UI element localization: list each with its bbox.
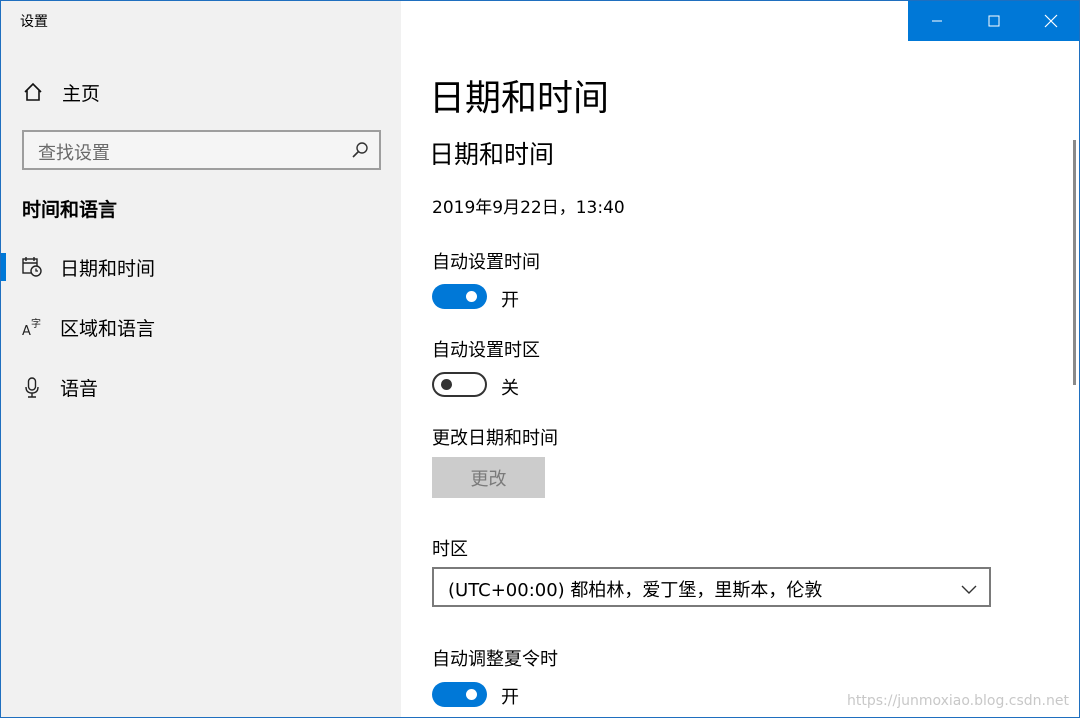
settings-window: 设置 主页 查找设置 时间和语言 日期和时间 A字 区域和语言 语音 日期和时间…: [0, 0, 1080, 718]
auto-timezone-label: 自动设置时区: [432, 340, 540, 361]
maximize-icon: [988, 15, 999, 27]
sidebar-item-label: 区域和语言: [60, 317, 156, 340]
close-icon: [1044, 14, 1057, 28]
svg-text:A: A: [22, 324, 31, 338]
watermark: https://junmoxiao.blog.csdn.net: [847, 693, 1069, 709]
search-placeholder: 查找设置: [38, 143, 110, 164]
close-button[interactable]: [1022, 1, 1079, 41]
auto-timezone-state: 关: [501, 378, 519, 399]
change-button[interactable]: 更改: [432, 457, 545, 498]
sidebar-item-label: 日期和时间: [60, 257, 156, 280]
sidebar-item-speech[interactable]: 语音: [1, 367, 401, 407]
chevron-down-icon: [961, 580, 977, 594]
auto-time-state: 开: [501, 290, 519, 311]
timezone-select[interactable]: (UTC+00:00) 都柏林，爱丁堡，里斯本，伦敦: [432, 567, 991, 607]
sidebar-item-date-time[interactable]: 日期和时间: [1, 247, 401, 287]
sidebar-item-region-language[interactable]: A字 区域和语言: [1, 307, 401, 347]
home-icon: [22, 81, 44, 103]
auto-timezone-toggle[interactable]: [432, 372, 487, 397]
app-title: 设置: [20, 14, 48, 30]
maximize-button[interactable]: [965, 1, 1022, 41]
dst-label: 自动调整夏令时: [432, 649, 558, 670]
calendar-clock-icon: [21, 256, 43, 278]
auto-time-label: 自动设置时间: [432, 252, 540, 273]
section-title: 日期和时间: [429, 140, 555, 169]
search-settings-input[interactable]: 查找设置: [22, 130, 381, 170]
change-datetime-label: 更改日期和时间: [432, 428, 558, 449]
dst-toggle[interactable]: [432, 682, 487, 707]
current-datetime: 2019年9月22日，13:40: [432, 198, 625, 218]
auto-time-toggle[interactable]: [432, 284, 487, 309]
page-title: 日期和时间: [429, 78, 610, 119]
category-title: 时间和语言: [22, 199, 118, 221]
sidebar-item-label: 语音: [60, 377, 99, 400]
scrollbar[interactable]: [1073, 140, 1076, 385]
timezone-value: (UTC+00:00) 都柏林，爱丁堡，里斯本，伦敦: [448, 580, 823, 601]
microphone-icon: [21, 376, 43, 398]
timezone-label: 时区: [432, 539, 468, 560]
region-language-icon: A字: [21, 316, 43, 338]
search-icon[interactable]: [351, 141, 369, 159]
home-link[interactable]: 主页: [22, 79, 100, 105]
minimize-icon: [931, 20, 942, 22]
sidebar: 设置 主页 查找设置 时间和语言 日期和时间 A字 区域和语言 语音: [1, 1, 401, 717]
svg-text:字: 字: [31, 317, 41, 330]
minimize-button[interactable]: [908, 1, 965, 41]
dst-state: 开: [501, 687, 519, 708]
home-label: 主页: [62, 82, 101, 105]
